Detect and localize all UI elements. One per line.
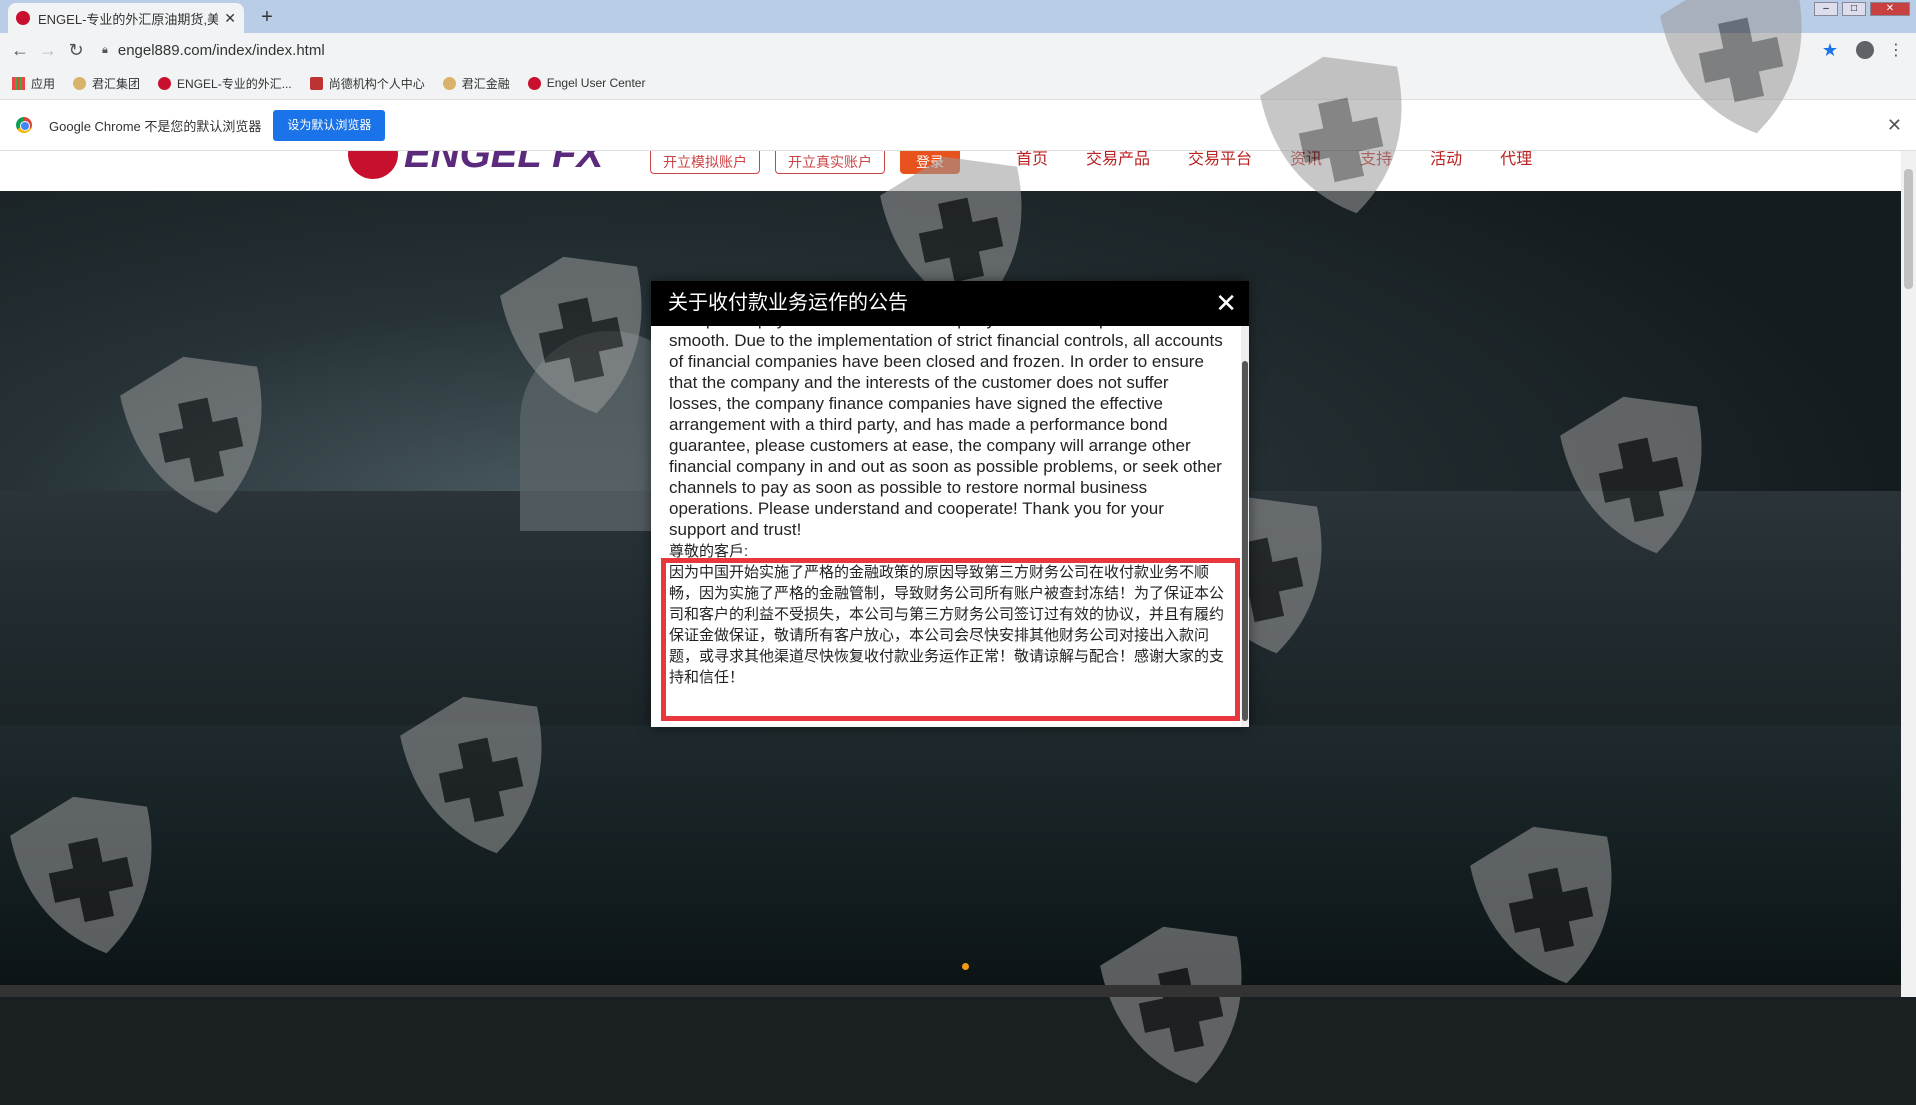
watermark-shield-icon	[1660, 0, 1820, 145]
bookmark-item[interactable]: ENGEL-专业的外汇...	[158, 75, 292, 92]
address-bar-row: ← → ↻ 🔒︎ engel889.com/index/index.html ★…	[0, 33, 1916, 67]
bookmark-item[interactable]: Engel User Center	[527, 76, 646, 90]
dialog-scrollbar-thumb[interactable]	[1242, 361, 1248, 721]
chinese-notice: 因为中国开始实施了严格的金融政策的原因导致第三方财务公司在收付款业务不顺畅，因为…	[669, 564, 1225, 686]
dialog-close-icon[interactable]: ✕	[1215, 281, 1237, 326]
bookmark-label: ENGEL-专业的外汇...	[177, 76, 292, 91]
announcement-dialog: 关于收付款业务运作的公告 ✕ receipt and payment busin…	[651, 281, 1249, 727]
nav-platform[interactable]: 交易平台	[1188, 151, 1252, 169]
bookmark-star-icon[interactable]: ★	[1822, 40, 1838, 61]
logo-mark-icon	[348, 151, 398, 179]
scrollbar-thumb[interactable]	[1904, 169, 1913, 289]
nav-events[interactable]: 活动	[1430, 151, 1462, 169]
watermark-shield-icon	[400, 690, 560, 865]
bookmark-item[interactable]: 君汇集团	[73, 75, 140, 92]
tab-title: ENGEL-专业的外汇原油期货,美	[38, 11, 219, 27]
site-icon	[527, 76, 541, 90]
dialog-title-bar: 关于收付款业务运作的公告 ✕	[651, 281, 1249, 326]
default-browser-infobar: Google Chrome 不是您的默认浏览器 设为默认浏览器 ✕	[0, 100, 1916, 151]
maximize-button[interactable]: □	[1842, 2, 1866, 16]
watermark-shield-icon	[1470, 820, 1630, 995]
watermark-shield-icon	[10, 790, 170, 965]
chrome-logo-icon	[16, 117, 32, 133]
bookmark-item[interactable]: 尚德机构个人中心	[309, 75, 425, 92]
infobar-text: Google Chrome 不是您的默认浏览器	[49, 118, 262, 134]
tab-bar: ENGEL-专业的外汇原油期货,美 ✕ + – □ ✕	[0, 0, 1916, 33]
nav-agent[interactable]: 代理	[1500, 151, 1532, 169]
logo-text: ENGEL FX	[404, 151, 604, 176]
site-favicon-icon	[16, 11, 30, 25]
dialog-scrollbar[interactable]	[1241, 326, 1249, 727]
window-controls: – □ ✕	[1814, 2, 1910, 16]
bookmark-item[interactable]: 君汇金融	[442, 75, 510, 92]
account-avatar-icon[interactable]	[1856, 41, 1874, 59]
dialog-body[interactable]: receipt and payment business of third-pa…	[651, 326, 1249, 727]
bookmark-label: 君汇集团	[92, 76, 141, 91]
url-field[interactable]: 🔒︎ engel889.com/index/index.html	[102, 42, 325, 59]
site-icon	[73, 76, 87, 90]
chinese-greeting: 尊敬的客戶:	[669, 543, 749, 560]
lock-icon: 🔒︎	[102, 43, 108, 56]
demo-account-button[interactable]: 开立模拟账户	[650, 151, 760, 174]
url-text: engel889.com/index/index.html	[117, 41, 325, 59]
bottom-bar	[0, 985, 1901, 997]
bookmarks-bar: 应用 君汇集团 ENGEL-专业的外汇... 尚德机构个人中心 君汇金融 Eng…	[0, 67, 1916, 100]
reload-icon[interactable]: ↻	[62, 40, 90, 61]
site-logo[interactable]: ENGEL FX	[348, 151, 603, 179]
watermark-shield-icon	[500, 250, 660, 425]
infobar-close-icon[interactable]: ✕	[1887, 115, 1902, 136]
site-icon	[158, 76, 172, 90]
site-icon	[442, 76, 456, 90]
watermark-shield-icon	[1100, 920, 1260, 1095]
window-close-button[interactable]: ✕	[1870, 2, 1910, 16]
bookmark-label: 应用	[31, 76, 56, 91]
site-icon	[309, 76, 323, 90]
page-scrollbar[interactable]	[1901, 151, 1916, 997]
apps-grid-icon	[12, 76, 25, 90]
tab-close-icon[interactable]: ✕	[224, 10, 236, 27]
dialog-title: 关于收付款业务运作的公告	[668, 292, 908, 314]
bookmark-apps[interactable]: 应用	[12, 75, 55, 92]
bookmark-label: 君汇金融	[461, 76, 510, 91]
set-default-browser-button[interactable]: 设为默认浏览器	[273, 109, 386, 141]
nav-products[interactable]: 交易产品	[1086, 151, 1150, 169]
menu-icon[interactable]: ⋮	[1888, 40, 1904, 60]
english-notice: receipt and payment business of third-pa…	[669, 326, 1223, 539]
bookmark-label: Engel User Center	[546, 76, 646, 90]
forward-icon[interactable]: →	[34, 40, 62, 61]
watermark-shield-icon	[1260, 50, 1420, 225]
new-tab-button[interactable]: +	[254, 5, 280, 31]
watermark-shield-icon	[120, 350, 280, 525]
watermark-shield-icon	[1560, 390, 1720, 565]
carousel-dot[interactable]	[962, 963, 969, 970]
bookmark-label: 尚德机构个人中心	[328, 76, 425, 91]
browser-tab[interactable]: ENGEL-专业的外汇原油期货,美 ✕	[8, 3, 244, 33]
back-icon[interactable]: ←	[6, 40, 34, 61]
